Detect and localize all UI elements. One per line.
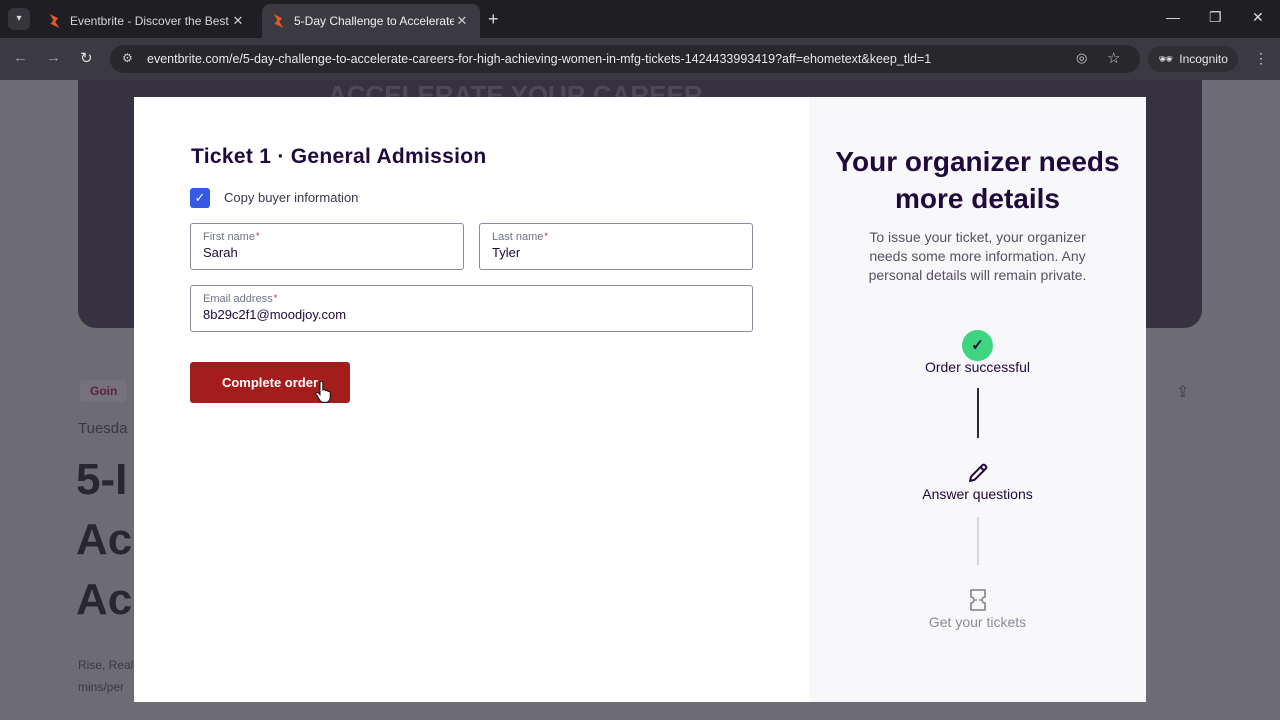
attendee-form: Ticket 1 · General Admission ✓ Copy buye… — [134, 97, 809, 702]
close-tab-icon[interactable]: ✕ — [454, 13, 470, 29]
site-settings-icon[interactable]: ⚙ — [122, 51, 133, 65]
eye-off-icon[interactable]: ◎ — [1076, 50, 1087, 66]
sidebar-title: Your organizer needs more details — [835, 146, 1120, 214]
more-menu-icon[interactable]: ⋮ — [1254, 50, 1268, 67]
minimize-icon[interactable]: — — [1166, 9, 1180, 25]
progress-sidebar: Your organizer needs more details To iss… — [809, 97, 1146, 702]
back-arrow-icon[interactable]: ← — [13, 49, 28, 66]
hand-cursor-icon — [315, 381, 331, 403]
ticket-title: Ticket 1 · General Admission — [191, 145, 487, 168]
eventbrite-favicon-icon — [273, 14, 284, 28]
tab-bar: ▾ Eventbrite - Discover the Best Local E… — [0, 0, 1280, 38]
check-icon: ✓ — [962, 330, 993, 361]
plus-icon[interactable]: + — [488, 8, 499, 30]
incognito-badge[interactable]: 🕶 Incognito — [1148, 46, 1238, 72]
sidebar-description: To issue your ticket, your organizer nee… — [868, 229, 1087, 283]
first-name-value[interactable]: Sarah — [203, 245, 238, 260]
copy-buyer-checkbox[interactable]: ✓ — [190, 188, 210, 208]
forward-arrow-icon[interactable]: → — [46, 49, 61, 66]
step-connector — [977, 388, 979, 438]
step-order-successful: Order successful — [924, 359, 1031, 375]
tab-title: 5-Day Challenge to Accelerate Careers fo… — [294, 14, 454, 28]
url-text[interactable]: eventbrite.com/e/5-day-challenge-to-acce… — [147, 52, 931, 66]
first-name-field[interactable]: First name* Sarah — [190, 223, 464, 270]
tab-eventbrite-home[interactable]: Eventbrite - Discover the Best Local Eve… — [38, 4, 256, 38]
incognito-label: Incognito — [1179, 52, 1228, 66]
ticket-icon — [970, 589, 986, 611]
eventbrite-favicon-icon — [49, 14, 60, 28]
email-value[interactable]: 8b29c2f1@moodjoy.com — [203, 307, 346, 322]
step-answer-questions: Answer questions — [922, 486, 1033, 502]
first-name-label: First name* — [203, 231, 260, 243]
tab-event-page[interactable]: 5-Day Challenge to Accelerate Careers fo… — [262, 4, 480, 38]
step-get-tickets: Get your tickets — [928, 614, 1027, 630]
last-name-label: Last name* — [492, 231, 548, 243]
bookmark-star-icon[interactable]: ☆ — [1107, 49, 1120, 67]
tab-search-chevron-icon[interactable]: ▾ — [8, 8, 30, 30]
last-name-field[interactable]: Last name* Tyler — [479, 223, 753, 270]
step-connector — [977, 517, 979, 565]
pencil-icon — [969, 463, 988, 482]
checkout-modal: Ticket 1 · General Admission ✓ Copy buye… — [134, 97, 1146, 702]
reload-icon[interactable]: ↻ — [80, 49, 93, 67]
copy-buyer-label[interactable]: Copy buyer information — [224, 190, 358, 205]
email-field[interactable]: Email address* 8b29c2f1@moodjoy.com — [190, 285, 753, 332]
close-tab-icon[interactable]: ✕ — [230, 13, 246, 29]
close-window-icon[interactable]: ✕ — [1252, 9, 1264, 26]
last-name-value[interactable]: Tyler — [492, 245, 520, 260]
tab-title: Eventbrite - Discover the Best Local Eve… — [70, 14, 230, 28]
email-label: Email address* — [203, 293, 278, 305]
restore-icon[interactable]: ❐ — [1209, 9, 1222, 26]
incognito-icon: 🕶 — [1158, 52, 1174, 66]
